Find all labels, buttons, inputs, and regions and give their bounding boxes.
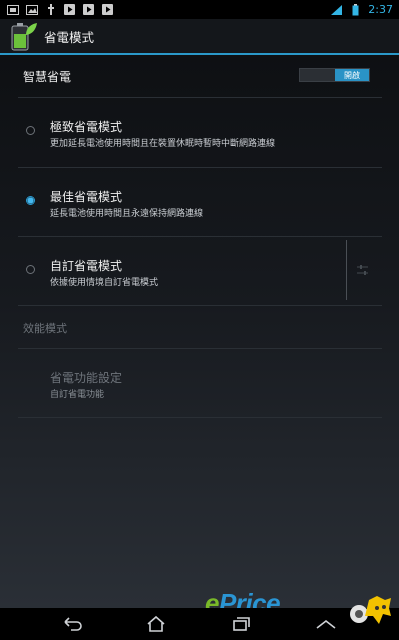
power-settings-summary: 自訂省電功能 [50, 390, 105, 400]
mode-extreme-summary: 更加延長電池使用時間且在裝置休眠時暫時中斷網路連線 [50, 139, 276, 149]
chevron-up-icon [316, 619, 336, 629]
battery-saver-app-icon[interactable] [6, 19, 40, 53]
battery-icon [349, 3, 362, 16]
mode-optimized-row[interactable]: 最佳省電模式 延長電池使用時間且永遠保持網路連線 [0, 168, 399, 236]
navigation-bar [0, 596, 399, 640]
mode-optimized-title: 最佳省電模式 [50, 190, 123, 204]
vertical-separator [346, 240, 347, 300]
screenshot-notification-icon [6, 3, 19, 16]
page-title: 省電模式 [44, 29, 95, 45]
mode-optimized-radio[interactable] [26, 196, 35, 205]
notification-icons [0, 3, 114, 16]
mode-optimized-summary: 延長電池使用時間且永遠保持網路連線 [50, 209, 204, 219]
mode-extreme-row[interactable]: 極致省電模式 更加延長電池使用時間且在裝置休眠時暫時中斷網路連線 [0, 98, 399, 167]
image-notification-icon [25, 3, 38, 16]
mode-custom-summary: 依據使用情境自訂省電模式 [50, 278, 159, 288]
power-settings-row[interactable]: 省電功能設定 自訂省電功能 [0, 349, 399, 417]
system-icons: 2:37 [330, 3, 399, 16]
back-icon [64, 617, 82, 631]
back-button[interactable] [57, 614, 87, 634]
usb-debug-icon [44, 3, 57, 16]
mode-extreme-radio[interactable] [26, 126, 35, 135]
action-bar: 省電模式 [0, 19, 399, 55]
mode-extreme-title: 極致省電模式 [50, 120, 123, 134]
smart-saving-row[interactable]: 智慧省電 開啟 [0, 55, 399, 97]
settings-list: 智慧省電 開啟 極致省電模式 更加延長電池使用時間且在裝置休眠時暫時中斷網路連線… [0, 55, 399, 608]
status-bar: 2:37 [0, 0, 399, 19]
home-icon [147, 615, 165, 632]
mode-custom-radio[interactable] [26, 265, 35, 274]
mascot-logo [350, 596, 391, 624]
settings-slider-icon[interactable] [355, 263, 370, 278]
divider [18, 417, 382, 418]
mode-custom-row[interactable]: 自訂省電模式 依據使用情境自訂省電模式 [0, 237, 399, 305]
smart-saving-label: 智慧省電 [23, 70, 72, 84]
performance-mode-header: 效能模式 [23, 322, 67, 335]
switch-on-label: 開啟 [335, 69, 369, 81]
play-store-icon [82, 3, 95, 16]
performance-mode-row: 效能模式 [0, 306, 399, 348]
play-store-icon [101, 3, 114, 16]
recent-apps-icon [233, 617, 250, 631]
power-settings-title: 省電功能設定 [50, 371, 123, 385]
home-button[interactable] [141, 614, 171, 634]
menu-up-button[interactable] [311, 614, 341, 634]
recent-apps-button[interactable] [226, 614, 256, 634]
mode-custom-title: 自訂省電模式 [50, 259, 123, 273]
smart-saving-switch[interactable]: 開啟 [299, 68, 370, 82]
play-store-icon [63, 3, 76, 16]
wifi-signal-icon [330, 3, 343, 16]
clock: 2:37 [368, 3, 393, 16]
